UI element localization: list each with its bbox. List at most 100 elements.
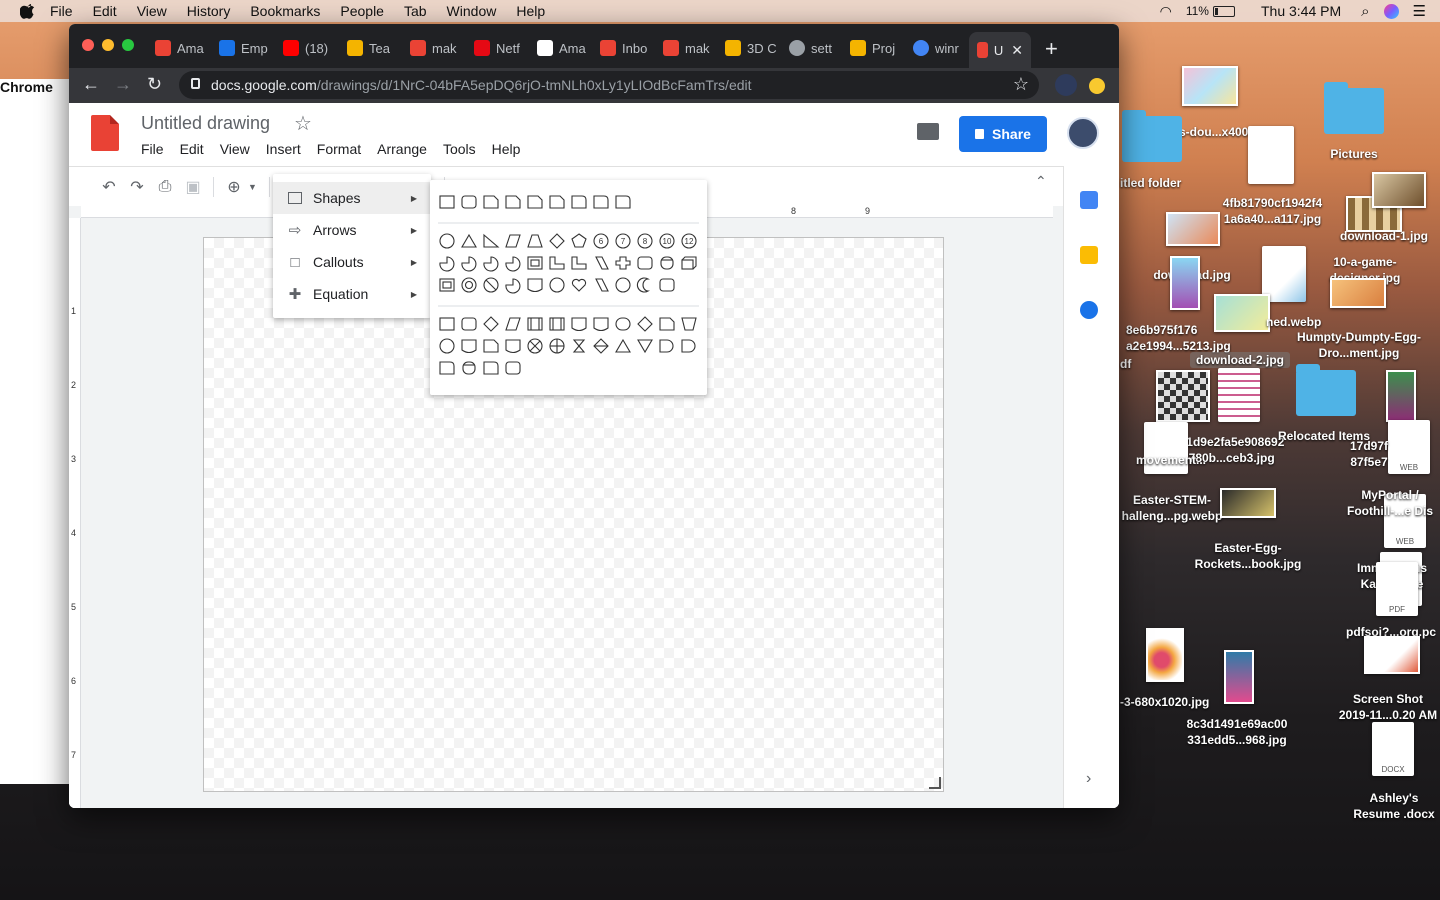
tasks-icon[interactable] xyxy=(1080,301,1098,319)
apple-logo-icon[interactable] xyxy=(20,3,36,19)
shape-option-pie[interactable] xyxy=(439,256,455,272)
shape-option-rect[interactable] xyxy=(439,317,455,331)
desktop-thumb-che1d9e2[interactable] xyxy=(1156,370,1210,422)
menu-help[interactable]: Help xyxy=(516,3,545,19)
shape-option-snip4[interactable] xyxy=(549,195,565,209)
shape-option-doc[interactable] xyxy=(571,317,587,332)
shape-option-round3[interactable] xyxy=(615,195,631,209)
browser-tab[interactable]: mak xyxy=(410,36,457,60)
menu-edit[interactable]: Edit xyxy=(93,3,117,19)
shape-option-circle[interactable] xyxy=(439,338,455,354)
browser-tab[interactable]: sett xyxy=(789,36,832,60)
zoom-window-button[interactable] xyxy=(122,39,134,51)
back-button[interactable]: ← xyxy=(82,74,100,95)
document-title[interactable]: Untitled drawing xyxy=(141,113,270,134)
shape-option-donut[interactable] xyxy=(461,277,477,293)
desktop-thumb-680x1020[interactable] xyxy=(1146,628,1184,682)
desktop-thumb-peeps[interactable] xyxy=(1182,66,1238,106)
address-bar[interactable]: docs.google.com/drawings/d/1NrC-04bFA5ep… xyxy=(179,71,1039,99)
shape-option-frame[interactable] xyxy=(527,256,543,270)
siri-icon[interactable] xyxy=(1383,3,1399,19)
desktop-label-untitled[interactable]: itled folder xyxy=(1120,175,1210,191)
shape-option-numbered[interactable]: 8 xyxy=(637,233,653,249)
shape-option-round[interactable] xyxy=(461,195,477,209)
minimize-window-button[interactable] xyxy=(102,39,114,51)
shape-option-delay[interactable] xyxy=(681,339,696,353)
desktop-label-df[interactable]: df xyxy=(1120,356,1140,372)
desktop-label-8c3d1491[interactable]: 8c3d1491e69ac00 331edd5...968.jpg xyxy=(1172,716,1302,748)
desktop-label-resume[interactable]: Ashley's Resume .docx xyxy=(1348,790,1440,822)
desktop-thumb-chess[interactable] xyxy=(1372,172,1426,208)
shape-option-sort[interactable] xyxy=(593,338,609,354)
browser-tab[interactable]: Emp xyxy=(219,36,268,60)
shape-option-can[interactable] xyxy=(660,256,674,270)
shape-option-snip2[interactable] xyxy=(505,195,521,209)
shape-option-disk[interactable] xyxy=(462,361,476,375)
wifi-icon[interactable]: ◠ xyxy=(1160,3,1172,20)
shape-menu-arrows[interactable]: ⇨ Arrows ▶ xyxy=(273,214,431,246)
redo-icon[interactable]: ↷ xyxy=(123,177,151,197)
shape-option-triangle[interactable] xyxy=(461,233,477,248)
zoom-dropdown-icon[interactable]: ▼ xyxy=(248,182,257,192)
desktop-label-4fb81790[interactable]: 4fb81790cf1942f4 1a6a40...a117.jpg xyxy=(1210,195,1335,227)
shape-option-rtriangle[interactable] xyxy=(483,233,500,248)
desktop-doc-pdf[interactable]: PDF xyxy=(1376,562,1418,616)
doc-menu-file[interactable]: File xyxy=(141,141,164,157)
desktop-doc-web-1[interactable]: WEB xyxy=(1388,420,1430,474)
shape-option-cube[interactable] xyxy=(681,256,697,270)
menu-bookmarks[interactable]: Bookmarks xyxy=(250,3,320,19)
browser-tab[interactable]: (18) xyxy=(283,36,328,60)
shape-option-diamond[interactable] xyxy=(483,316,499,332)
shape-option-numbered[interactable]: 7 xyxy=(615,233,631,249)
desktop-label-download-1[interactable]: download-1.jpg xyxy=(1340,228,1440,244)
browser-tab[interactable]: 3D C xyxy=(725,36,777,60)
desktop-thumb-download[interactable] xyxy=(1166,212,1220,246)
desktop-thumb-17d97f[interactable] xyxy=(1386,370,1416,422)
shape-option-multidoc[interactable] xyxy=(593,317,609,332)
desktop-label-8e6b975f[interactable]: 8e6b975f176 a2e1994...5213.jpg xyxy=(1126,322,1246,354)
shape-option-manop[interactable] xyxy=(681,317,697,331)
desktop-doc-docx[interactable]: DOCX xyxy=(1372,722,1414,776)
desktop-label-easter-egg[interactable]: Easter-Egg-Rockets...book.jpg xyxy=(1186,540,1310,572)
shape-option-manual[interactable] xyxy=(659,317,675,331)
desktop-label-easter-stem[interactable]: Easter-STEM-halleng...pg.webp xyxy=(1120,492,1224,524)
share-button[interactable]: Share xyxy=(959,116,1047,152)
shape-option-plaque[interactable] xyxy=(637,256,653,270)
doc-menu-format[interactable]: Format xyxy=(317,141,361,157)
desktop-label-17d97f[interactable]: 17d97f 87f5e7 xyxy=(1344,438,1394,470)
browser-tab[interactable]: winr xyxy=(913,36,959,60)
shape-option-halfframe[interactable] xyxy=(549,256,565,270)
desktop-label-humpty[interactable]: Humpty-Dumpty-Egg-Dro...ment.jpg xyxy=(1296,329,1422,361)
desktop-folder-relocated[interactable] xyxy=(1296,364,1356,416)
browser-tab[interactable]: Ama xyxy=(155,36,204,60)
desktop-label-ned[interactable]: ned.webp xyxy=(1266,314,1336,330)
desktop-thumb-4fb81790[interactable] xyxy=(1248,126,1294,184)
desktop-thumb-screenshot[interactable] xyxy=(1364,636,1420,674)
shape-option-lshape[interactable] xyxy=(571,256,587,270)
doc-menu-tools[interactable]: Tools xyxy=(443,141,476,157)
shape-option-circle[interactable] xyxy=(439,233,455,249)
clock[interactable]: Thu 3:44 PM xyxy=(1261,3,1341,19)
shape-option-sun[interactable] xyxy=(615,277,631,293)
shape-option-proc[interactable] xyxy=(549,317,565,331)
desktop-label-680x1020[interactable]: -3-680x1020.jpg xyxy=(1120,694,1224,710)
close-tab-icon[interactable]: ✕ xyxy=(1011,42,1023,59)
shape-option-collate[interactable] xyxy=(572,339,586,353)
vertical-ruler[interactable]: 1 2 3 4 5 6 7 xyxy=(69,218,81,808)
shape-option-sumjunc[interactable] xyxy=(527,338,543,354)
resize-handle-icon[interactable] xyxy=(929,777,941,789)
menu-window[interactable]: Window xyxy=(447,3,497,19)
desktop-label-download-2[interactable]: download-2.jpg xyxy=(1190,352,1290,368)
shape-option-heart[interactable] xyxy=(571,278,587,292)
doc-menu-view[interactable]: View xyxy=(220,141,250,157)
close-window-button[interactable] xyxy=(82,39,94,51)
shape-option-round1[interactable] xyxy=(571,195,587,209)
shape-option-card[interactable] xyxy=(483,339,499,353)
shape-option-pentagon[interactable] xyxy=(571,233,587,248)
shape-option-nosymbol[interactable] xyxy=(483,277,499,293)
shape-option-display[interactable] xyxy=(505,361,521,375)
shape-option-lightning[interactable] xyxy=(595,278,609,292)
shape-option-merge[interactable] xyxy=(637,339,653,354)
battery-icon[interactable] xyxy=(1212,5,1235,17)
shape-option-foldcorner[interactable] xyxy=(527,278,543,293)
